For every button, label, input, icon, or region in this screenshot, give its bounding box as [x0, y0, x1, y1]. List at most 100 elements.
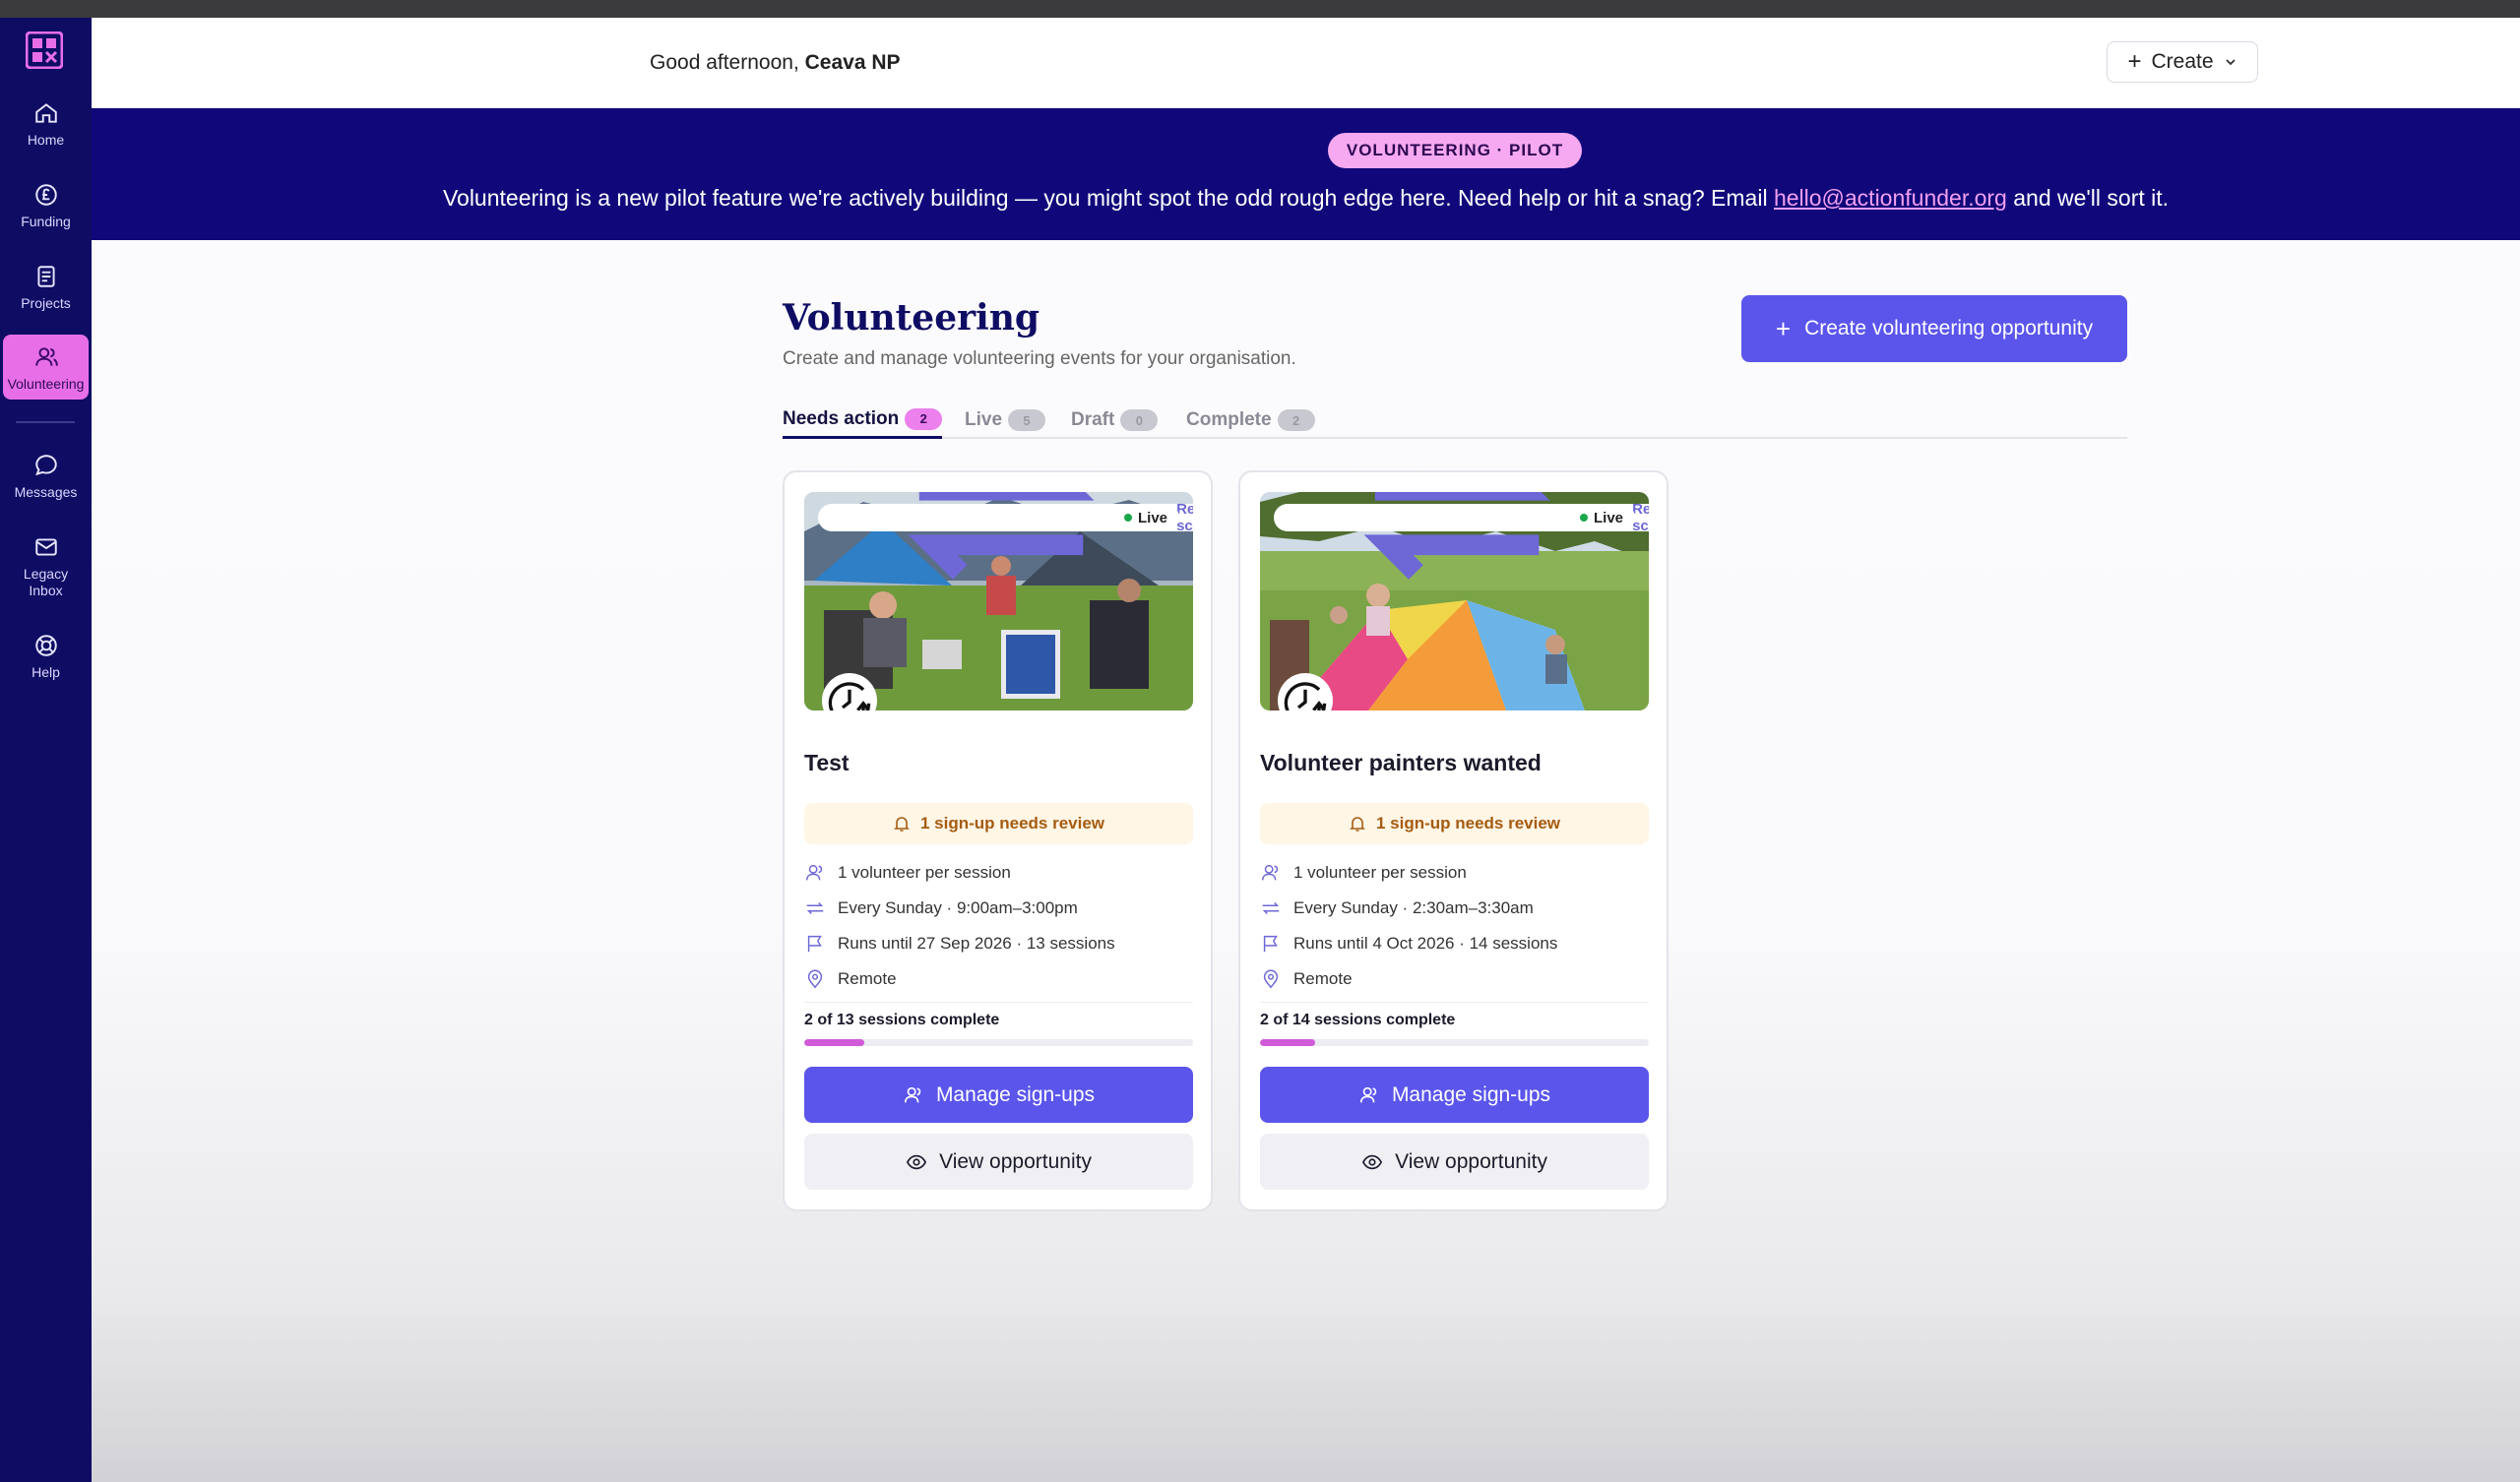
manage-label: Manage sign-ups [935, 1082, 1096, 1106]
repeat-icon [1262, 901, 1280, 915]
detail-text: Runs until 27 Sep 2026 · 13 sessions [838, 934, 1115, 953]
progress-fill [1260, 1039, 1316, 1046]
status-badge: Live [1567, 504, 1635, 531]
detail-text: Runs until 4 Oct 2026 · 14 sessions [1293, 934, 1558, 953]
tab-count-badge: 0 [1120, 409, 1159, 431]
chevron-down-icon [2225, 59, 2236, 66]
opportunity-image: Repeating schedule Live [1260, 492, 1649, 710]
browser-strip [0, 0, 2520, 18]
tab-live[interactable]: Live 5 [965, 401, 1046, 439]
people-icon [34, 347, 58, 366]
chat-icon [34, 455, 57, 476]
detail-text: Remote [1293, 969, 1353, 988]
tab-count-badge: 2 [905, 407, 943, 430]
support-email-link[interactable]: hello@actionfunder.org [1774, 185, 2007, 211]
home-icon [34, 103, 57, 123]
detail-location: Remote [804, 968, 897, 990]
banner-text: Volunteering is a new pilot feature we'r… [92, 185, 2520, 212]
tab-label: Draft [1071, 409, 1115, 430]
tab-label: Needs action [783, 407, 900, 429]
detail-schedule: Every Sunday · 9:00am–3:00pm [804, 897, 1078, 919]
location-pin-icon [807, 969, 823, 989]
tab-needs-action[interactable]: Needs action 2 [783, 401, 943, 439]
sidebar-item-messages[interactable]: Messages [3, 443, 89, 508]
detail-volunteers: 1 volunteer per session [1260, 862, 1467, 884]
manage-sign-ups-button[interactable]: Manage sign-ups [804, 1067, 1193, 1123]
detail-runs: Runs until 4 Oct 2026 · 14 sessions [1260, 933, 1557, 955]
view-opportunity-button[interactable]: View opportunity [804, 1134, 1193, 1190]
review-alert[interactable]: 1 sign-up needs review [804, 803, 1193, 844]
sidebar-item-volunteering[interactable]: Volunteering [3, 335, 89, 400]
greeting: Good afternoon, Ceava NP [650, 51, 901, 75]
sidebar-item-help[interactable]: Help [3, 623, 89, 688]
progress-fill [804, 1039, 864, 1046]
card-divider [1260, 1002, 1649, 1003]
view-label: View opportunity [939, 1149, 1092, 1173]
people-icon [806, 864, 823, 881]
create-volunteering-opportunity-button[interactable]: + Create volunteering opportunity [1741, 295, 2127, 362]
status-badge: Live [1111, 504, 1179, 531]
pilot-banner: VOLUNTEERING · PILOT Volunteering is a n… [92, 108, 2520, 240]
opportunity-card[interactable]: Repeating schedule Live Test 1 sign-up n… [783, 470, 1213, 1211]
review-alert-text: 1 sign-up needs review [1375, 814, 1561, 833]
people-icon [1262, 864, 1279, 881]
detail-volunteers: 1 volunteer per session [804, 862, 1011, 884]
tab-count-badge: 5 [1008, 409, 1046, 431]
mail-icon [34, 538, 57, 556]
eye-icon [1361, 1154, 1383, 1169]
main-content: Volunteering Create and manage volunteer… [92, 240, 2520, 1482]
manage-label: Manage sign-ups [1391, 1082, 1551, 1106]
opportunity-card[interactable]: Repeating schedule Live Volunteer painte… [1238, 470, 1669, 1211]
progress-label: 2 of 14 sessions complete [1260, 1012, 1456, 1028]
sidebar-item-legacy-inbox[interactable]: Legacy Inbox [3, 525, 89, 607]
progress-label: 2 of 13 sessions complete [804, 1012, 1000, 1028]
people-icon [1359, 1086, 1377, 1102]
sidebar-item-label: Help [32, 664, 60, 680]
sidebar-divider [16, 421, 75, 423]
review-alert-text: 1 sign-up needs review [919, 814, 1105, 833]
eye-icon [906, 1154, 927, 1169]
app-logo-icon[interactable] [25, 31, 64, 70]
detail-text: 1 volunteer per session [838, 863, 1011, 882]
sidebar-item-label: Projects [21, 295, 71, 311]
progress-bar [1260, 1039, 1649, 1046]
document-icon [36, 266, 55, 287]
flag-icon [807, 935, 822, 953]
detail-runs: Runs until 27 Sep 2026 · 13 sessions [804, 933, 1115, 955]
detail-text: Every Sunday · 2:30am–3:30am [1293, 898, 1534, 917]
detail-text: Remote [838, 969, 897, 988]
review-alert[interactable]: 1 sign-up needs review [1260, 803, 1649, 844]
sidebar-item-home[interactable]: Home [3, 91, 89, 155]
tab-complete[interactable]: Complete 2 [1186, 401, 1315, 439]
sidebar-item-funding[interactable]: Funding [3, 172, 89, 237]
sidebar-item-label: Volunteering [7, 376, 85, 392]
create-label: Create [2151, 50, 2214, 73]
page-title: Volunteering [783, 297, 1040, 339]
opportunity-image: Repeating schedule Live [804, 492, 1193, 710]
repeat-clock-icon [1278, 673, 1333, 710]
create-dropdown-button[interactable]: + Create [2107, 41, 2258, 83]
status-badge-label: Live [1137, 509, 1167, 526]
tab-draft[interactable]: Draft 0 [1071, 401, 1159, 439]
view-opportunity-button[interactable]: View opportunity [1260, 1134, 1649, 1190]
greeting-text: Good afternoon, [650, 51, 799, 74]
tab-count-badge: 2 [1277, 409, 1315, 431]
tab-label: Complete [1186, 409, 1272, 430]
sidebar-item-label: Messages [14, 484, 78, 500]
opportunity-title: Volunteer painters wanted [1260, 750, 1542, 775]
user-name: Ceava NP [804, 51, 901, 74]
sidebar-item-label: Home [27, 132, 65, 148]
card-divider [804, 1002, 1193, 1003]
manage-sign-ups-button[interactable]: Manage sign-ups [1260, 1067, 1649, 1123]
detail-location: Remote [1260, 968, 1353, 990]
tab-bar: Needs action 2 Live 5 Draft 0 Complete 2 [783, 401, 2127, 439]
detail-schedule: Every Sunday · 2:30am–3:30am [1260, 897, 1534, 919]
live-dot-icon [1579, 514, 1588, 522]
sidebar-item-projects[interactable]: Projects [3, 254, 89, 319]
banner-text-before: Volunteering is a new pilot feature we'r… [442, 185, 1774, 211]
top-header: Good afternoon, Ceava NP + Create [92, 18, 2520, 108]
repeat-icon [806, 901, 824, 915]
pound-icon [34, 184, 57, 206]
lifebuoy-icon [34, 635, 57, 656]
plus-icon: + [2127, 48, 2142, 75]
